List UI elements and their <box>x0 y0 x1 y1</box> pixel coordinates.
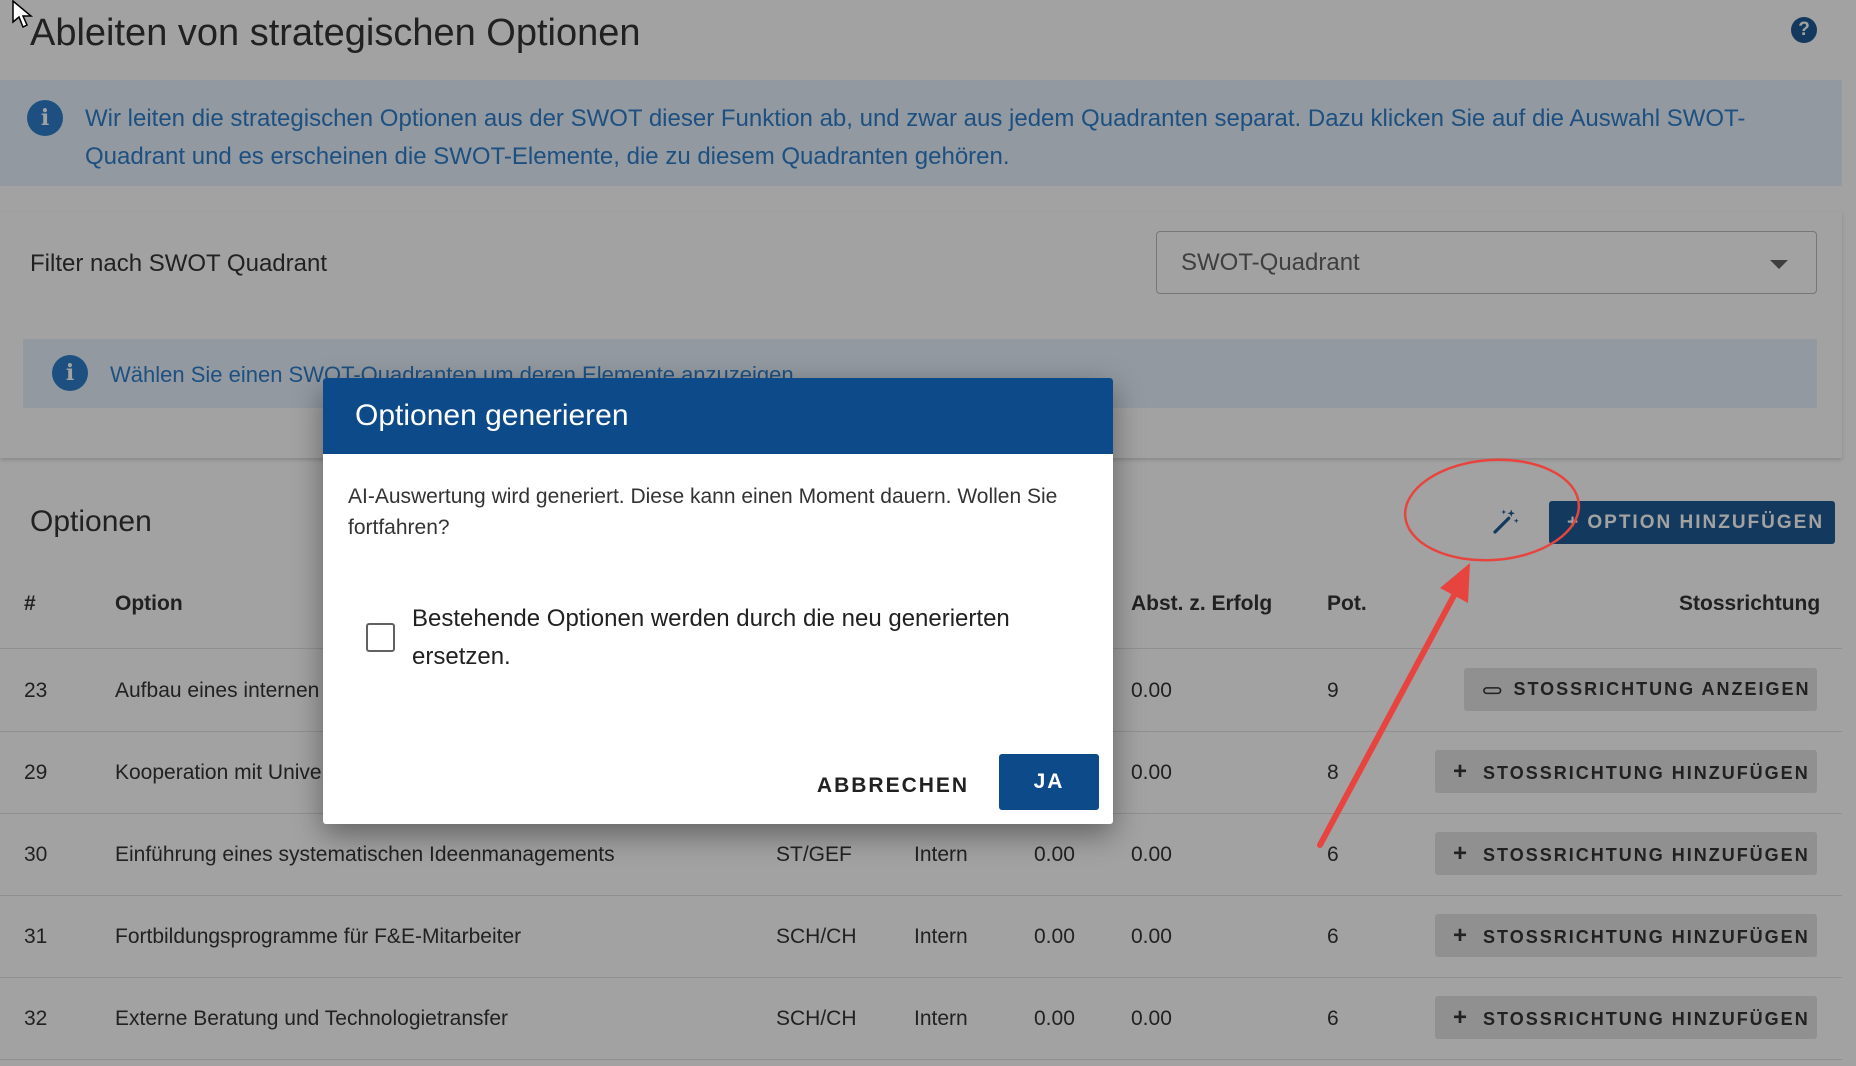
confirm-button[interactable]: JA <box>999 754 1099 810</box>
replace-options-label[interactable]: Bestehende Optionen werden durch die neu… <box>412 600 1072 676</box>
mouse-cursor-icon <box>12 0 34 29</box>
cancel-button[interactable]: ABBRECHEN <box>813 758 973 814</box>
generate-options-dialog: Optionen generieren AI-Auswertung wird g… <box>323 378 1113 824</box>
dialog-message: AI-Auswertung wird generiert. Diese kann… <box>348 485 1058 539</box>
dialog-title: Optionen generieren <box>323 378 1113 454</box>
replace-options-checkbox[interactable] <box>366 623 395 652</box>
